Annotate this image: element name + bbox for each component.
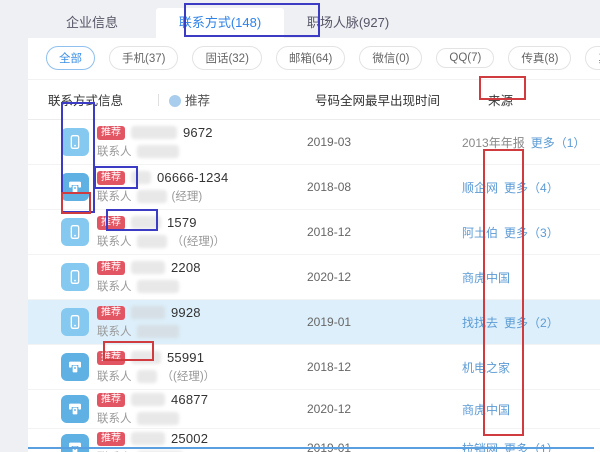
recommend-badge: 推荐 xyxy=(97,216,125,230)
contact-person-label: 联系人 xyxy=(97,143,132,159)
first-seen-date: 2018-08 xyxy=(307,180,462,194)
redacted-number xyxy=(131,432,165,445)
recommend-badge: 推荐 xyxy=(97,351,125,365)
source-link: 2013年年报 xyxy=(462,136,525,150)
recommend-badge: 推荐 xyxy=(97,126,125,140)
redacted-number xyxy=(131,351,161,364)
filter-email[interactable]: 邮箱(64) xyxy=(276,46,345,70)
filter-qq[interactable]: QQ(7) xyxy=(436,48,494,68)
redacted-name xyxy=(137,145,179,158)
first-seen-date: 2019-01 xyxy=(307,315,462,329)
more-link[interactable]: 更多（2） xyxy=(504,316,559,330)
source-link[interactable]: 机电之家 xyxy=(462,361,510,375)
phone-number: 9672 xyxy=(183,125,213,140)
phone-number: 9928 xyxy=(171,305,201,320)
header-contact-info: 联系方式信息 xyxy=(48,90,158,109)
source-link[interactable]: 商虎中国 xyxy=(462,403,510,417)
table-header: 联系方式信息 推荐 号码全网最早出现时间 来源 xyxy=(28,80,600,120)
mobile-phone-icon xyxy=(61,308,89,336)
phone-number: 46877 xyxy=(171,392,208,407)
first-seen-date: 2020-12 xyxy=(307,402,462,416)
redacted-name xyxy=(137,190,167,203)
redacted-name xyxy=(137,235,167,248)
filter-other[interactable]: 其他(0) xyxy=(585,46,600,70)
phone-number: 1579 xyxy=(167,215,197,230)
contact-info-page: 企业信息 联系方式(148) 职场人脉(927) 全部 手机(37) 固话(32… xyxy=(0,0,600,452)
redacted-name xyxy=(137,325,179,338)
redacted-number xyxy=(131,306,165,319)
recommend-badge: 推荐 xyxy=(97,171,125,185)
header-first-seen: 号码全网最早出现时间 xyxy=(315,90,440,109)
contact-title: （(经理)） xyxy=(162,368,216,384)
table-row: 推荐 46877 联系人 2020-12 商虎中国 xyxy=(28,390,600,429)
redacted-number xyxy=(131,393,165,406)
contact-title: （(经理)） xyxy=(172,233,226,249)
redacted-number xyxy=(131,216,161,229)
recommend-badge: 推荐 xyxy=(97,393,125,407)
filter-mobile[interactable]: 手机(37) xyxy=(109,46,178,70)
header-source: 来源 xyxy=(488,90,513,109)
source-link[interactable]: 顺企网 xyxy=(462,181,498,195)
landline-phone-icon xyxy=(61,395,89,423)
more-link[interactable]: 更多（1） xyxy=(531,136,586,150)
recommend-badge: 推荐 xyxy=(97,261,125,275)
mobile-phone-icon xyxy=(61,263,89,291)
contact-person-label: 联系人 xyxy=(97,368,132,384)
filter-all[interactable]: 全部 xyxy=(46,46,95,70)
tab-bar: 企业信息 联系方式(148) 职场人脉(927) xyxy=(28,8,600,38)
table-row: 推荐 1579 联系人 （(经理)） 2018-12 阿土伯更多（3） xyxy=(28,210,600,255)
first-seen-date: 2020-12 xyxy=(307,270,462,284)
landline-phone-icon xyxy=(61,434,89,452)
more-link[interactable]: 更多（4） xyxy=(504,181,559,195)
landline-phone-icon xyxy=(61,353,89,381)
contact-person-label: 联系人 xyxy=(97,323,132,339)
recommend-badge: 推荐 xyxy=(97,432,125,446)
source-link[interactable]: 阿土伯 xyxy=(462,226,498,240)
redacted-number xyxy=(131,171,151,184)
tab-contact-methods[interactable]: 联系方式(148) xyxy=(156,8,284,38)
redacted-name xyxy=(137,280,179,293)
filter-wechat[interactable]: 微信(0) xyxy=(359,46,422,70)
landline-phone-icon xyxy=(61,173,89,201)
table-row: 推荐 9672 联系人 2019-03 2013年年报更多（1） xyxy=(28,120,600,165)
mobile-phone-icon xyxy=(61,128,89,156)
first-seen-date: 2019-03 xyxy=(307,135,462,149)
filter-pill-bar: 全部 手机(37) 固话(32) 邮箱(64) 微信(0) QQ(7) 传真(8… xyxy=(28,38,600,80)
recommend-toggle[interactable]: 推荐 xyxy=(167,90,210,109)
redacted-number xyxy=(131,261,165,274)
recommend-label: 推荐 xyxy=(185,94,210,108)
table-row: 推荐 55991 联系人 （(经理)） 2018-12 机电之家 xyxy=(28,345,600,390)
table-row-highlighted: 推荐 9928 联系人 2019-01 找找去更多（2） xyxy=(28,300,600,345)
table-row: 推荐 2208 联系人 2020-12 商虎中国 xyxy=(28,255,600,300)
filter-fax[interactable]: 传真(8) xyxy=(508,46,571,70)
phone-number: 2208 xyxy=(171,260,201,275)
redacted-number xyxy=(131,126,177,139)
bottom-border-line xyxy=(28,447,594,449)
recommend-badge: 推荐 xyxy=(97,306,125,320)
contact-person-label: 联系人 xyxy=(97,410,132,426)
table-row: 推荐 06666-1234 联系人 (经理) 2018-08 顺企网更多（4） xyxy=(28,165,600,210)
filter-landline[interactable]: 固话(32) xyxy=(192,46,261,70)
header-divider xyxy=(158,94,159,106)
phone-number: 25002 xyxy=(171,431,208,446)
content-card: 全部 手机(37) 固话(32) 邮箱(64) 微信(0) QQ(7) 传真(8… xyxy=(28,38,600,448)
redacted-name xyxy=(137,370,157,383)
more-link[interactable]: 更多（3） xyxy=(504,226,559,240)
phone-number: 06666-1234 xyxy=(157,170,228,185)
contact-person-label: 联系人 xyxy=(97,188,132,204)
tab-workplace-network[interactable]: 职场人脉(927) xyxy=(284,8,412,38)
tab-company-info[interactable]: 企业信息 xyxy=(28,8,156,38)
recommend-icon xyxy=(169,95,181,107)
redacted-name xyxy=(137,412,179,425)
contact-person-label: 联系人 xyxy=(97,233,132,249)
left-gutter xyxy=(0,0,28,452)
first-seen-date: 2018-12 xyxy=(307,360,462,374)
source-link[interactable]: 找找去 xyxy=(462,316,498,330)
source-link[interactable]: 商虎中国 xyxy=(462,271,510,285)
phone-number: 55991 xyxy=(167,350,204,365)
mobile-phone-icon xyxy=(61,218,89,246)
first-seen-date: 2018-12 xyxy=(307,225,462,239)
contact-title: (经理) xyxy=(172,188,203,204)
contact-person-label: 联系人 xyxy=(97,278,132,294)
